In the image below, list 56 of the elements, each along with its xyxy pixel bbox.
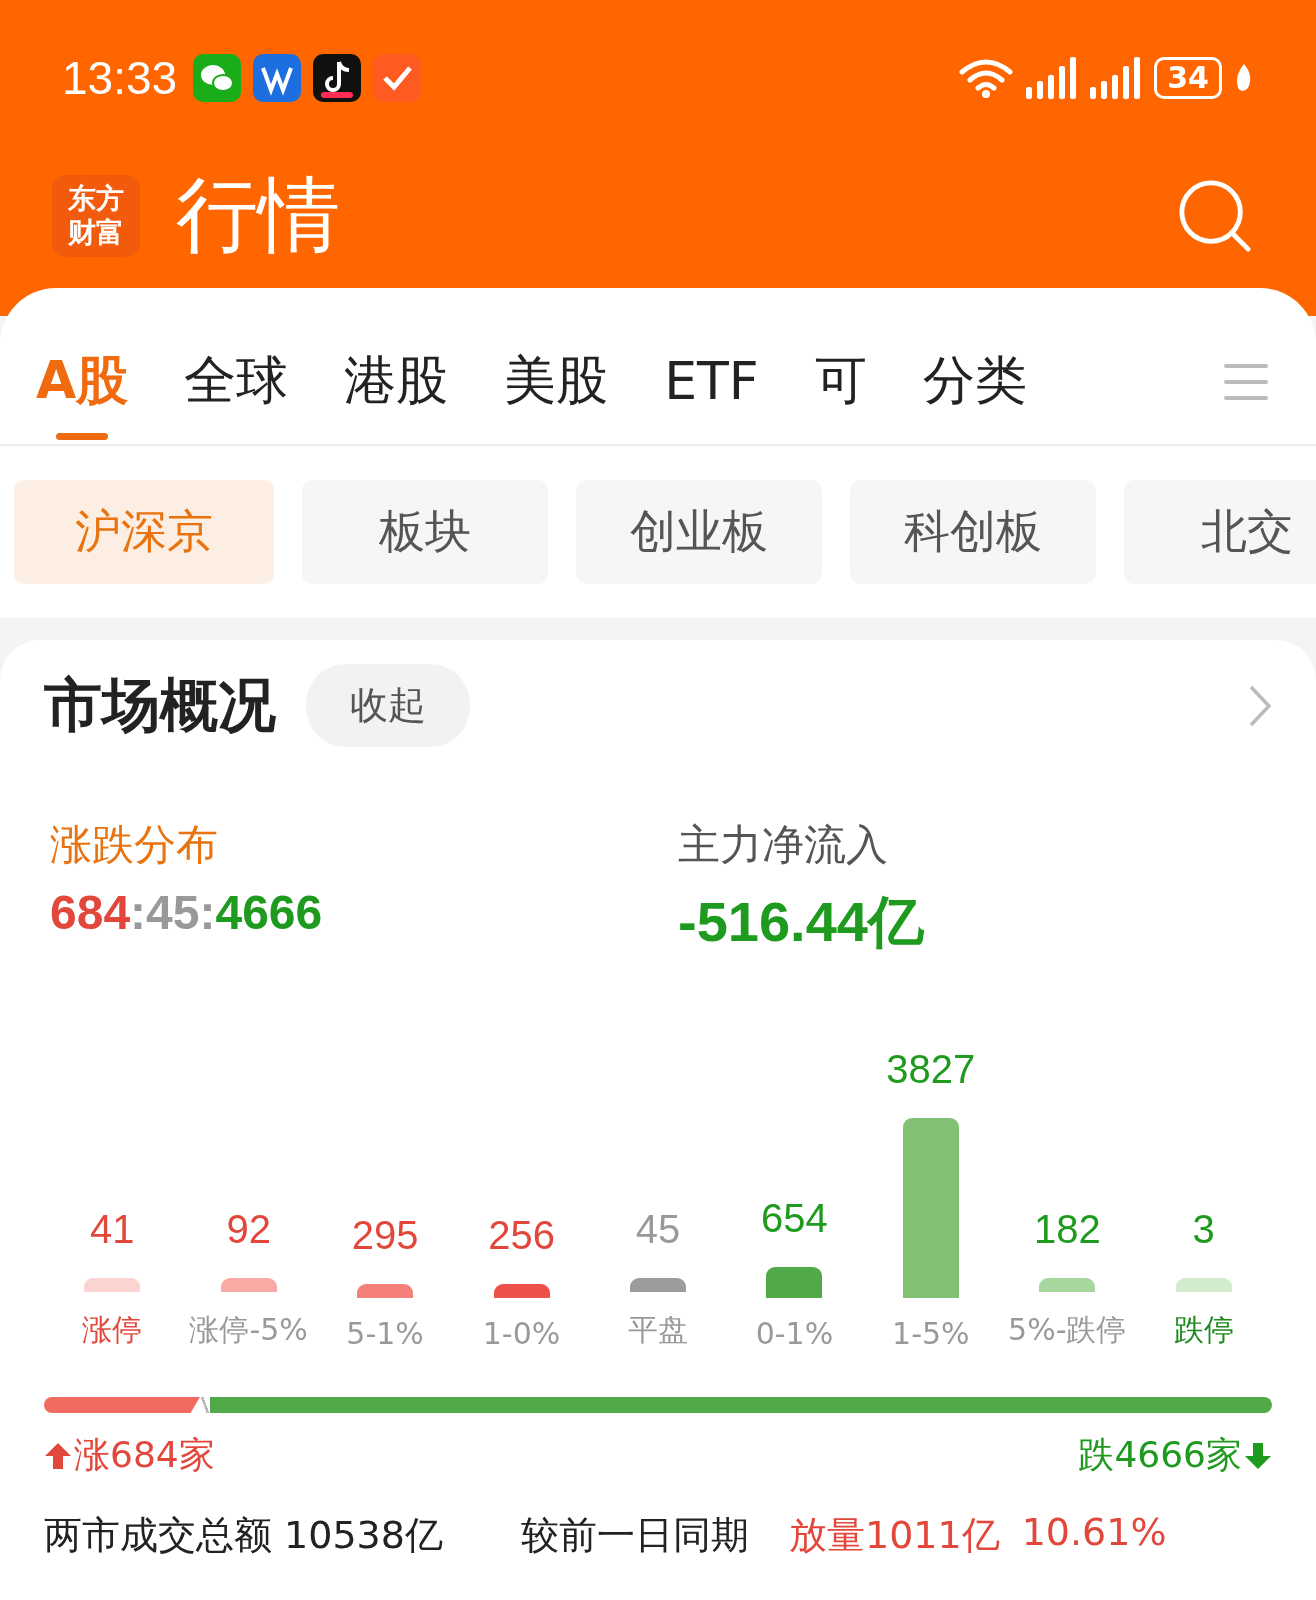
distribution-label: 涨跌分布 <box>50 819 219 871</box>
w-app-icon <box>253 54 302 102</box>
menu-icon[interactable] <box>1224 362 1268 402</box>
range-label: 0-1% <box>755 1316 834 1351</box>
down-arrow-icon <box>1244 1440 1272 1471</box>
exchange-chip[interactable]: 北交 <box>1124 480 1316 584</box>
search-icon[interactable] <box>1176 177 1254 255</box>
signal-icon <box>1026 57 1079 99</box>
bar-count: 45 <box>635 1207 681 1252</box>
exchange-chip[interactable]: 创业板 <box>576 480 822 584</box>
range-label: 5%-跌停 <box>1008 1311 1127 1349</box>
market-tab[interactable]: ETF <box>664 329 759 435</box>
status-time: 13:33 <box>62 51 178 105</box>
advancing-count: 涨684家 <box>74 1433 215 1477</box>
app-logo: 东方 财富 <box>52 175 140 257</box>
market-tab[interactable]: 全球 <box>184 324 289 440</box>
turnover-total: 两市成交总额 10538亿 <box>44 1512 443 1559</box>
chevron-right-icon[interactable] <box>1248 683 1272 728</box>
bar-count: 3827 <box>886 1047 976 1092</box>
range-label: 平盘 <box>627 1311 688 1349</box>
range-label: 涨停 <box>82 1311 143 1349</box>
volume-change-percent: 10.61% <box>1021 1510 1167 1556</box>
range-label: 1-5% <box>892 1316 970 1351</box>
up-arrow-icon <box>44 1440 72 1471</box>
bar-count: 92 <box>226 1207 271 1252</box>
market-tab[interactable]: 港股 <box>344 324 449 440</box>
range-label: 跌停 <box>1173 1311 1234 1349</box>
collapse-button[interactable]: 收起 <box>306 664 470 747</box>
bar-count: 182 <box>1033 1207 1101 1252</box>
checkmark-app-icon <box>373 54 422 102</box>
market-tab[interactable]: 美股 <box>504 324 609 440</box>
market-tab[interactable]: 可 <box>814 324 867 440</box>
battery-indicator: 34 <box>1154 57 1222 99</box>
bar-count: 295 <box>351 1213 419 1258</box>
bar-count: 3 <box>1192 1207 1215 1252</box>
range-label: 涨停-5% <box>189 1311 308 1349</box>
exchange-chip[interactable]: 科创板 <box>850 480 1096 584</box>
range-label: 5-1% <box>346 1316 424 1351</box>
page-title: 行情 <box>176 166 340 264</box>
range-label: 1-0% <box>482 1316 561 1351</box>
volume-change: 放量1011亿 <box>788 1512 1000 1559</box>
bar-count: 41 <box>89 1207 135 1252</box>
signal-icon <box>1090 57 1143 99</box>
music-note-app-icon <box>313 54 362 102</box>
net-inflow-value: -516.44亿 <box>678 889 925 955</box>
comparison-label: 较前一日同期 <box>520 1512 749 1559</box>
wifi-icon <box>958 56 1015 100</box>
section-title: 市场概况 <box>44 669 276 741</box>
market-tab[interactable]: 分类 <box>922 324 1027 440</box>
distribution-ratio: 684:45:4666 <box>50 885 324 940</box>
bar-count: 654 <box>761 1196 828 1242</box>
exchange-chip[interactable]: 板块 <box>302 480 548 584</box>
declining-count: 跌4666家 <box>1078 1433 1242 1477</box>
chat-app-icon <box>193 54 242 102</box>
bar-count: 256 <box>488 1213 555 1258</box>
net-inflow-label: 主力净流入 <box>678 819 889 871</box>
